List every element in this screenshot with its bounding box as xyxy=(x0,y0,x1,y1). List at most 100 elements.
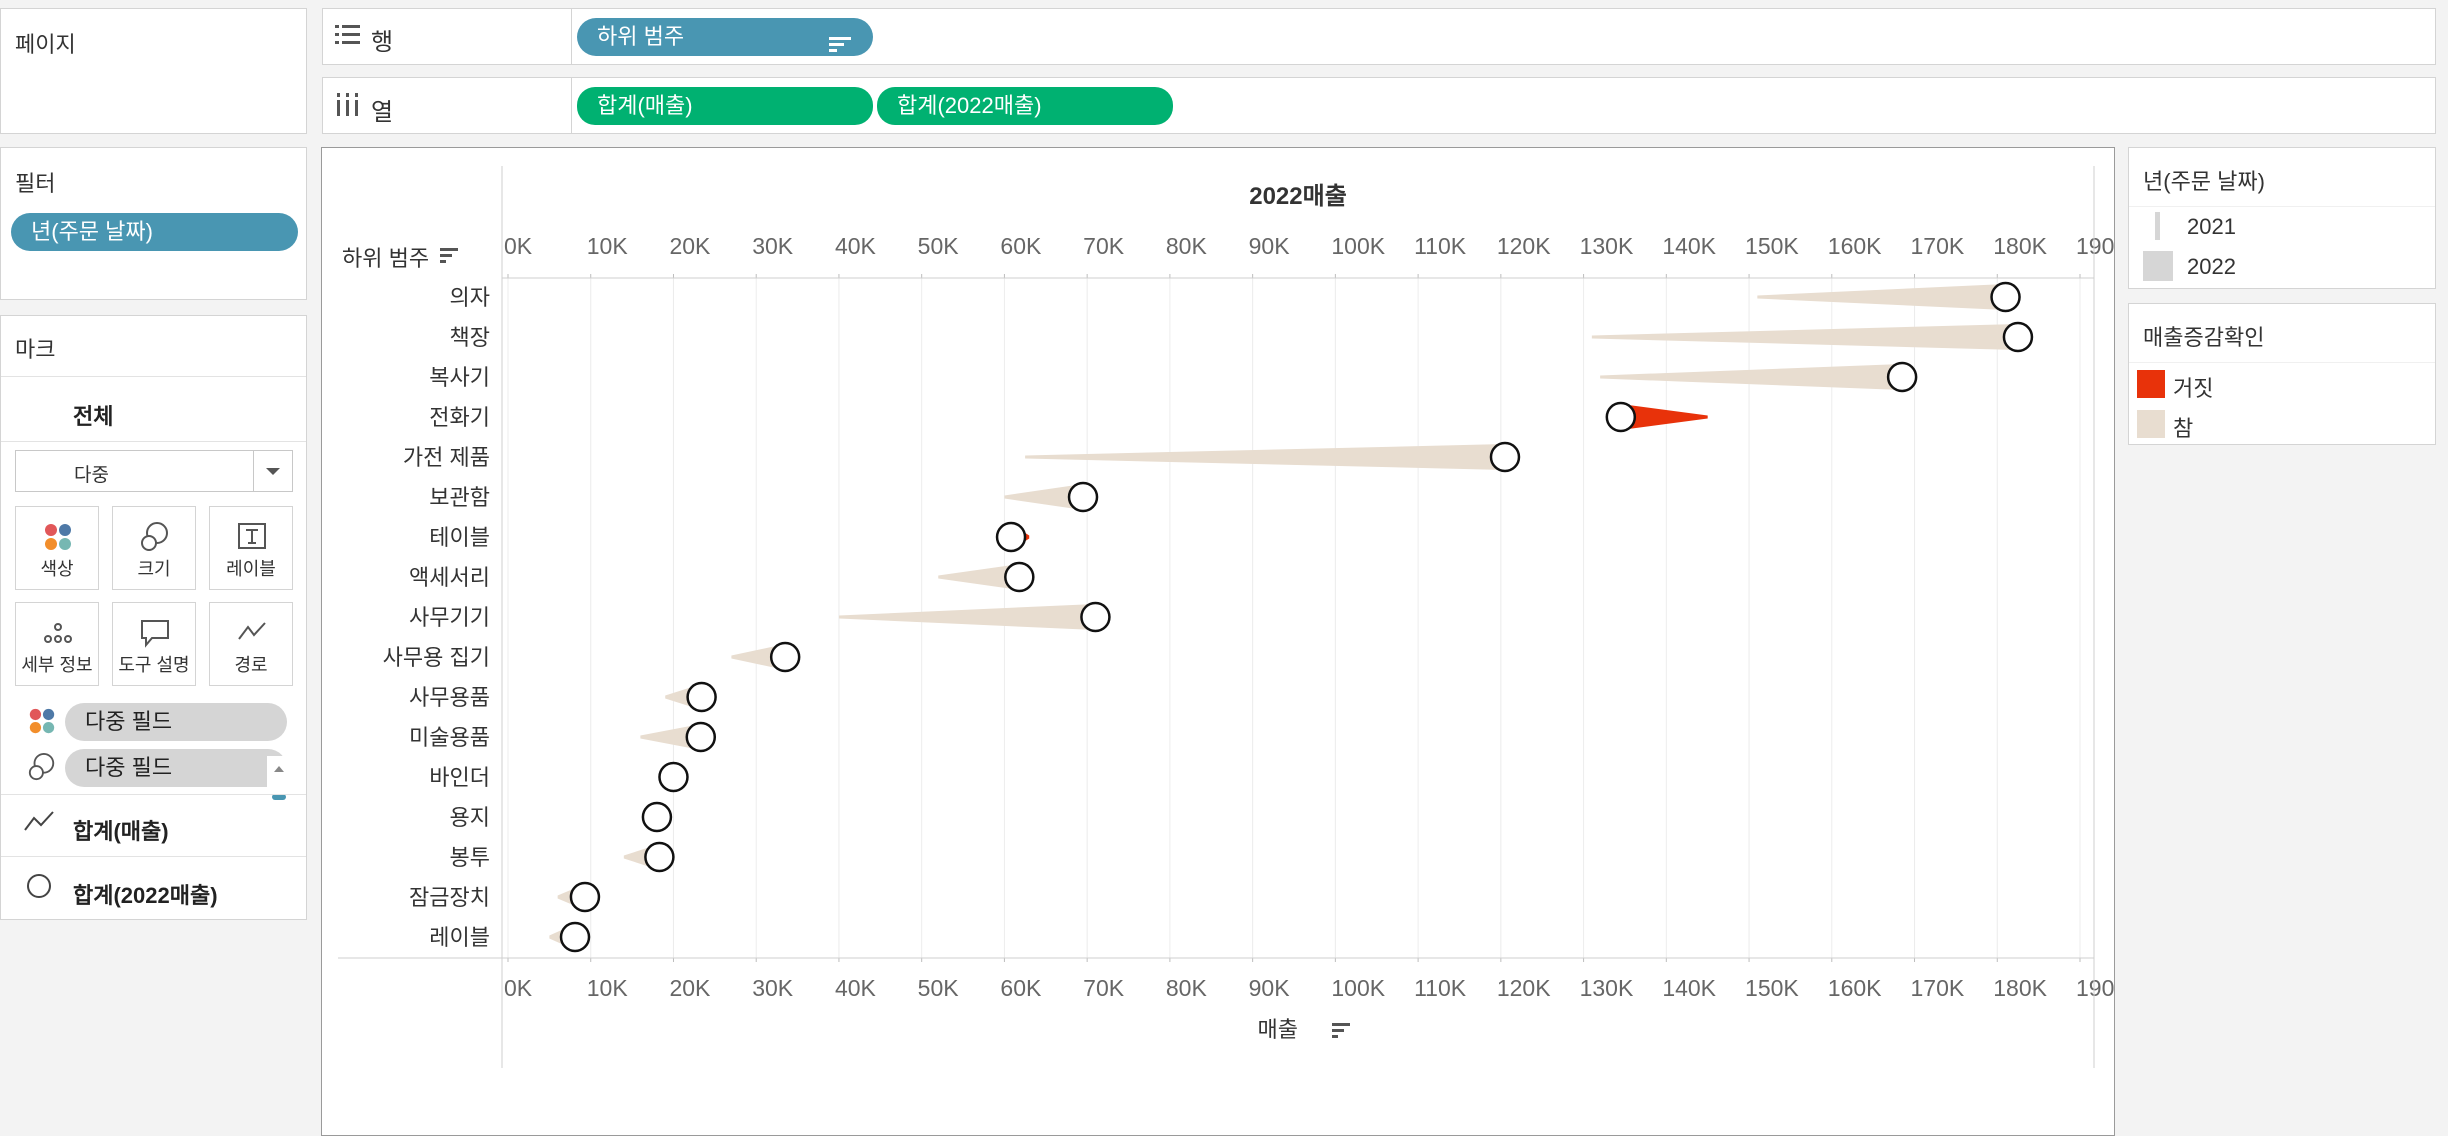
sales-2022-point[interactable] xyxy=(1080,601,1111,633)
category-label[interactable]: 액세서리 xyxy=(409,565,490,590)
bottom-axis-sort-icon[interactable] xyxy=(1332,1023,1350,1038)
line-measure-icon xyxy=(23,808,55,841)
mark-type-dropdown[interactable]: 다중 xyxy=(15,450,293,492)
sales-2022-point[interactable] xyxy=(1067,481,1099,513)
sales-2022-point[interactable] xyxy=(644,841,675,873)
sales-2022-point[interactable] xyxy=(1004,561,1035,593)
sales-path[interactable] xyxy=(838,604,1096,630)
columns-shelf[interactable]: 열 합계(매출) 합계(2022매출) xyxy=(322,77,2436,134)
sales-2022-point[interactable] xyxy=(658,761,689,793)
category-label[interactable]: 미술용품 xyxy=(409,725,490,750)
top-tick-label: 160K xyxy=(1828,233,1882,259)
top-tick-label: 50K xyxy=(918,233,960,259)
sales-2022-point[interactable] xyxy=(686,681,717,713)
view-area[interactable]: 0K 10K 20K 30K 40K 50K 60K 70K 80K 90K 100K 110K 120… xyxy=(321,147,2115,1136)
columns-label: 열 xyxy=(371,99,394,126)
category-label[interactable]: 전화기 xyxy=(429,405,490,430)
top-tick-label: 110K xyxy=(1414,233,1467,259)
columns-pill-sales-2022[interactable]: 합계(2022매출) xyxy=(877,87,1173,125)
marks-panel: 마크 전체 다중 색상 크기 레이블 세부 정보 도구 설명 경로 다중 필드 … xyxy=(0,315,307,920)
filter-pill-order-year[interactable]: 년(주문 날짜) xyxy=(11,213,298,251)
bottom-tick-label: 180K xyxy=(1993,975,2047,1001)
measure-tab-sales[interactable]: 합계(매출) xyxy=(73,814,169,846)
sales-path[interactable] xyxy=(1600,364,1903,390)
category-label[interactable]: 가전 제품 xyxy=(403,445,490,470)
mark-type-value: 다중 xyxy=(74,465,109,486)
sales-2022-point[interactable] xyxy=(769,641,801,673)
bottom-tick-label: 30K xyxy=(752,975,794,1001)
sales-2022-point[interactable] xyxy=(641,801,673,833)
category-label[interactable]: 용지 xyxy=(450,805,490,830)
top-tick-label: 30K xyxy=(752,233,794,259)
legend-year-2022[interactable]: 2022 xyxy=(2187,254,2236,280)
legend-year-2021[interactable]: 2021 xyxy=(2187,214,2236,240)
pages-panel: 페이지 xyxy=(0,8,307,134)
chevron-down-icon xyxy=(264,465,282,483)
detail-card-label: 세부 정보 xyxy=(21,655,93,675)
legend-false[interactable]: 거짓 xyxy=(2173,371,2213,403)
sales-path[interactable] xyxy=(1025,444,1505,470)
category-label[interactable]: 보관함 xyxy=(429,485,490,510)
sales-2022-point[interactable] xyxy=(995,521,1027,553)
sales-2022-point[interactable] xyxy=(1886,361,1918,393)
legend-sales-change: 매출증감확인 거짓 참 xyxy=(2128,303,2436,445)
top-tick-label: 120K xyxy=(1497,233,1551,259)
category-label[interactable]: 테이블 xyxy=(429,525,490,550)
category-label[interactable]: 사무용품 xyxy=(409,685,490,710)
category-label[interactable]: 복사기 xyxy=(429,365,490,390)
label-card[interactable]: 레이블 xyxy=(209,506,293,590)
category-label[interactable]: 책장 xyxy=(450,325,490,350)
sales-2022-point[interactable] xyxy=(2002,321,2034,353)
top-tick-label: 170K xyxy=(1911,233,1965,259)
color-card[interactable]: 색상 xyxy=(15,506,99,590)
size-card[interactable]: 크기 xyxy=(112,506,196,590)
color-icon xyxy=(45,524,71,550)
rows-icon xyxy=(335,23,361,52)
rows-pill-subcategory[interactable]: 하위 범주 xyxy=(577,18,873,56)
category-label[interactable]: 바인더 xyxy=(429,765,490,790)
measure-tab-sales-2022[interactable]: 합계(2022매출) xyxy=(73,878,218,910)
row-header: 하위 범주 xyxy=(342,246,429,271)
bottom-tick-label: 120K xyxy=(1497,975,1551,1001)
label-card-label: 레이블 xyxy=(226,559,276,579)
path-card-label: 경로 xyxy=(234,655,268,675)
row-header-sort-icon[interactable] xyxy=(440,248,458,263)
detail-card[interactable]: 세부 정보 xyxy=(15,602,99,686)
rows-shelf[interactable]: 행 하위 범주 xyxy=(322,8,2436,65)
category-label[interactable]: 사무용 집기 xyxy=(383,645,490,670)
sales-path[interactable] xyxy=(1591,324,2018,350)
category-label[interactable]: 레이블 xyxy=(429,925,490,950)
legend-true[interactable]: 참 xyxy=(2173,411,2193,443)
top-axis-title: 2022매출 xyxy=(1249,183,1347,210)
detail-icon xyxy=(44,623,72,643)
sales-path[interactable] xyxy=(1757,284,2006,310)
top-tick-label: 130K xyxy=(1580,233,1634,259)
top-tick-label: 180K xyxy=(1993,233,2047,259)
sales-2022-point[interactable] xyxy=(559,921,591,953)
category-label[interactable]: 봉투 xyxy=(450,845,490,870)
bottom-tick-label: 40K xyxy=(835,975,877,1001)
category-label[interactable]: 사무기기 xyxy=(409,605,490,630)
tooltip-icon xyxy=(141,620,169,648)
top-tick-label: 190K xyxy=(2076,233,2114,259)
marks-all-tab[interactable]: 전체 xyxy=(73,399,113,431)
category-label[interactable]: 의자 xyxy=(450,285,490,310)
path-icon xyxy=(238,622,266,640)
sales-2022-point[interactable] xyxy=(1990,281,2021,313)
chart[interactable]: 0K 10K 20K 30K 40K 50K 60K 70K 80K 90K 100K 110K 120… xyxy=(322,148,2114,1135)
sales-2022-point[interactable] xyxy=(569,881,601,913)
fields-scrollbar[interactable] xyxy=(267,756,291,804)
tooltip-card[interactable]: 도구 설명 xyxy=(112,602,196,686)
sales-2022-point[interactable] xyxy=(1605,401,1637,433)
path-card[interactable]: 경로 xyxy=(209,602,293,686)
columns-icon xyxy=(336,93,360,122)
category-label[interactable]: 잠금장치 xyxy=(409,885,490,910)
sales-2022-point[interactable] xyxy=(1489,441,1521,473)
columns-pill-sales[interactable]: 합계(매출) xyxy=(577,87,873,125)
legend-year-2021-swatch xyxy=(2155,212,2160,240)
color-field-pill[interactable]: 다중 필드 xyxy=(65,703,287,741)
top-tick-label: 40K xyxy=(835,233,877,259)
sales-2022-point[interactable] xyxy=(685,721,717,753)
size-field-pill[interactable]: 다중 필드 xyxy=(65,749,287,787)
color-card-label: 색상 xyxy=(40,559,74,579)
